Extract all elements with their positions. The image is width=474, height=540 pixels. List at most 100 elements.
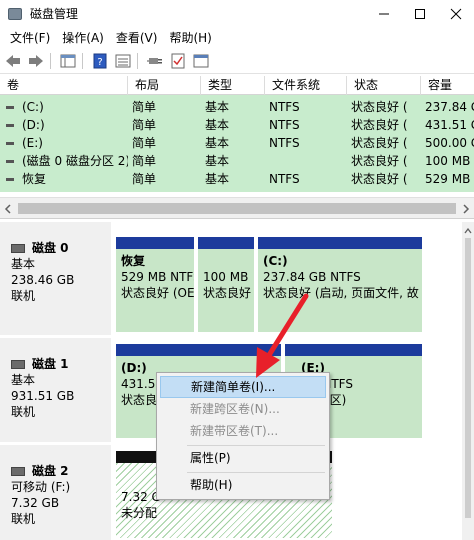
cell-volume: (D:) bbox=[22, 118, 45, 132]
new-spanned-volume-item[interactable]: 新建跨区卷(N)... bbox=[160, 398, 326, 420]
partition-text: 7.32 G 未分配 bbox=[121, 489, 161, 521]
new-simple-volume-item[interactable]: 新建简单卷(I)... bbox=[160, 376, 326, 398]
column-filesystem[interactable]: 文件系统 bbox=[265, 76, 347, 95]
cell-volume: (磁盘 0 磁盘分区 2) bbox=[22, 154, 128, 168]
properties-item[interactable]: 属性(P) bbox=[160, 447, 326, 469]
console-tree-button[interactable] bbox=[58, 51, 78, 71]
menu-view[interactable]: 查看(V) bbox=[110, 27, 164, 49]
table-row[interactable]: (C:) 简单 基本 NTFS 状态良好 ( 237.84 GB bbox=[0, 98, 474, 116]
volume-icon bbox=[6, 106, 14, 109]
disk-2-name-row: 磁盘 2 bbox=[11, 463, 111, 479]
cell-volume: (C:) bbox=[22, 100, 44, 114]
back-button[interactable] bbox=[3, 51, 23, 71]
partition-title: 恢复 bbox=[121, 254, 146, 268]
cell-capacity: 237.84 GB bbox=[425, 100, 474, 114]
table-row[interactable]: (E:) 简单 基本 NTFS 状态良好 ( 500.00 GB bbox=[0, 134, 474, 152]
cell-capacity: 529 MB bbox=[425, 172, 471, 186]
maximize-button[interactable] bbox=[402, 0, 438, 27]
table-row[interactable]: 恢复 简单 基本 NTFS 状态良好 ( 529 MB bbox=[0, 170, 474, 188]
checklist-icon bbox=[171, 53, 185, 69]
disk-management-window: 磁盘管理 文件(F) 操作(A) 查看(V) 帮助(H) ? 卷 布局 类型 文… bbox=[0, 0, 474, 540]
column-volume[interactable]: 卷 bbox=[0, 76, 128, 95]
connect-button[interactable] bbox=[145, 51, 165, 71]
hard-disk-icon bbox=[11, 359, 25, 369]
cell-volume: 恢复 bbox=[22, 172, 47, 186]
partition-text: 100 MB 状态良好 bbox=[203, 253, 251, 301]
cell-capacity: 431.51 GB bbox=[425, 118, 474, 132]
partition-status: 未分配 bbox=[121, 506, 158, 520]
menu-file[interactable]: 文件(F) bbox=[4, 27, 56, 49]
cell-layout: 简单 bbox=[132, 100, 157, 114]
disk-2-label[interactable]: 磁盘 2 可移动 (F:) 7.32 GB 联机 bbox=[0, 445, 111, 540]
volume-list-body: (C:) 简单 基本 NTFS 状态良好 ( 237.84 GB (D:) 简单… bbox=[0, 95, 474, 192]
vertical-scrollbar[interactable] bbox=[462, 222, 474, 540]
column-type[interactable]: 类型 bbox=[201, 76, 265, 95]
scroll-left-icon[interactable] bbox=[4, 204, 12, 214]
partition-text: 恢复 529 MB NTFS 状态良好 (OE bbox=[121, 253, 196, 301]
disk-0-label[interactable]: 磁盘 0 基本 238.46 GB 联机 bbox=[0, 222, 111, 335]
plug-icon bbox=[147, 58, 162, 64]
title-bar: 磁盘管理 bbox=[0, 0, 474, 27]
cell-status: 状态良好 ( bbox=[351, 136, 408, 150]
partition-size: 237.84 GB NTFS bbox=[263, 270, 361, 284]
disk-0-name-row: 磁盘 0 bbox=[11, 240, 111, 256]
menu-separator bbox=[187, 445, 325, 446]
cell-status: 状态良好 ( bbox=[351, 118, 408, 132]
volume-icon bbox=[6, 124, 14, 127]
cell-filesystem: NTFS bbox=[269, 136, 300, 150]
partition-size: 100 MB bbox=[203, 270, 249, 284]
menu-help[interactable]: 帮助(H) bbox=[163, 27, 217, 49]
menu-action[interactable]: 操作(A) bbox=[56, 27, 110, 49]
forward-button[interactable] bbox=[26, 51, 46, 71]
partition-header-bar bbox=[198, 237, 254, 249]
partition-header-bar bbox=[116, 237, 194, 249]
partition-status: 状态良好 bbox=[203, 286, 252, 300]
disk-0-kind: 基本 bbox=[11, 257, 36, 271]
column-status[interactable]: 状态 bbox=[347, 76, 421, 95]
cell-layout: 简单 bbox=[132, 118, 157, 132]
removable-disk-icon bbox=[11, 466, 25, 476]
close-button[interactable] bbox=[438, 0, 474, 27]
help-item[interactable]: 帮助(H) bbox=[160, 474, 326, 496]
partition-efi[interactable]: 100 MB 状态良好 bbox=[196, 235, 256, 334]
close-icon bbox=[450, 8, 462, 19]
scroll-right-icon[interactable] bbox=[462, 204, 470, 214]
cell-filesystem: NTFS bbox=[269, 100, 300, 114]
vertical-scroll-thumb[interactable] bbox=[465, 238, 471, 518]
partition-header-bar bbox=[285, 344, 422, 356]
minimize-button[interactable] bbox=[366, 0, 402, 27]
arrow-right-icon bbox=[29, 55, 43, 67]
partition-recovery[interactable]: 恢复 529 MB NTFS 状态良好 (OE bbox=[114, 235, 196, 334]
disk-2-name: 磁盘 2 bbox=[32, 464, 69, 478]
table-row[interactable]: (磁盘 0 磁盘分区 2) 简单 基本 状态良好 ( 100 MB bbox=[0, 152, 474, 170]
check-button[interactable] bbox=[168, 51, 188, 71]
disk-1-label[interactable]: 磁盘 1 基本 931.51 GB 联机 bbox=[0, 338, 111, 442]
cell-layout: 简单 bbox=[132, 136, 157, 150]
horizontal-scrollbar[interactable] bbox=[0, 197, 474, 219]
scroll-up-icon[interactable] bbox=[464, 228, 472, 234]
partition-size: 529 MB NTFS bbox=[121, 270, 196, 284]
properties-button[interactable] bbox=[191, 51, 211, 71]
new-striped-volume-item[interactable]: 新建带区卷(T)... bbox=[160, 420, 326, 442]
minimize-icon bbox=[379, 13, 389, 14]
column-layout[interactable]: 布局 bbox=[128, 76, 201, 95]
partition-title: (C:) bbox=[263, 254, 288, 268]
cell-filesystem: NTFS bbox=[269, 172, 300, 186]
maximize-icon bbox=[415, 8, 425, 19]
toolbar-separator bbox=[82, 53, 83, 69]
table-row[interactable]: (D:) 简单 基本 NTFS 状态良好 ( 431.51 GB bbox=[0, 116, 474, 134]
disk-view-button[interactable] bbox=[113, 51, 133, 71]
cell-layout: 简单 bbox=[132, 172, 157, 186]
help-button[interactable]: ? bbox=[90, 51, 110, 71]
disk-1-size: 931.51 GB bbox=[11, 389, 75, 403]
partition-c[interactable]: (C:) 237.84 GB NTFS 状态良好 (启动, 页面文件, 故 bbox=[256, 235, 424, 334]
disk-2-kind: 可移动 (F:) bbox=[11, 480, 71, 494]
toolbar-separator bbox=[50, 53, 51, 69]
horizontal-scroll-thumb[interactable] bbox=[18, 203, 456, 214]
disk-list-icon bbox=[115, 54, 131, 68]
column-capacity[interactable]: 容量 bbox=[421, 76, 474, 95]
window-title: 磁盘管理 bbox=[30, 7, 79, 21]
partition-header-bar bbox=[258, 237, 422, 249]
svg-text:?: ? bbox=[97, 57, 102, 68]
list-view-icon bbox=[60, 54, 76, 68]
